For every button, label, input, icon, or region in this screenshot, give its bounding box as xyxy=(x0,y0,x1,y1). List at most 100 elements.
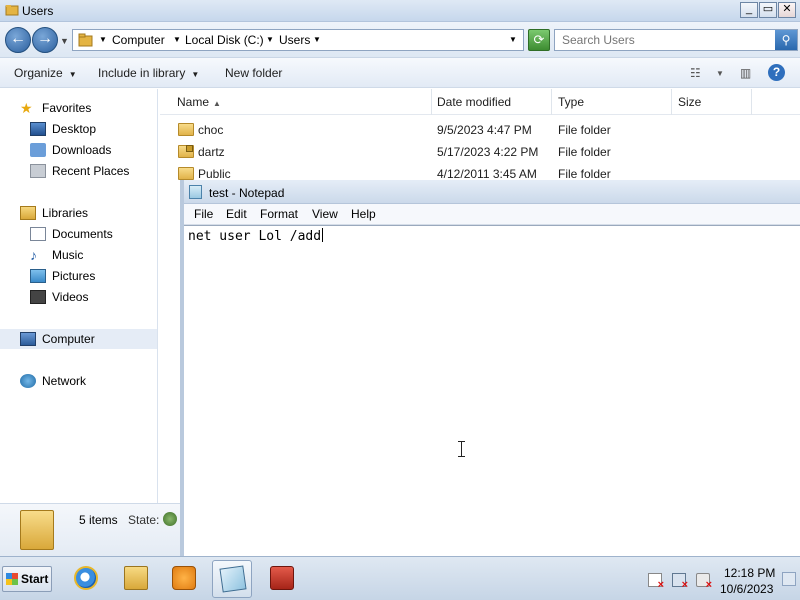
clock-date[interactable]: 10/6/2023 xyxy=(720,582,773,596)
nav-downloads[interactable]: Downloads xyxy=(30,140,111,160)
nav-label: Desktop xyxy=(52,122,97,136)
column-size[interactable]: Size xyxy=(672,89,752,115)
notepad-text-area[interactable]: net user Lol /add xyxy=(184,225,800,556)
chevron-down-icon[interactable]: ▼ xyxy=(99,35,107,44)
file-name: choc xyxy=(198,123,224,137)
forward-button[interactable]: → xyxy=(32,27,58,53)
taskbar-toolbox[interactable] xyxy=(262,560,302,598)
breadcrumb-users[interactable]: Users xyxy=(279,33,310,47)
nav-label: Network xyxy=(42,374,87,388)
chevron-down-icon[interactable]: ▼ xyxy=(173,35,181,44)
breadcrumb-computer[interactable]: Computer xyxy=(112,33,165,47)
file-type: File folder xyxy=(558,145,611,159)
nav-videos[interactable]: Videos xyxy=(30,287,88,307)
recent-pages-dropdown[interactable]: ▼ xyxy=(60,36,69,46)
nav-label: Music xyxy=(52,248,84,262)
action-center-icon[interactable] xyxy=(648,573,664,591)
pictures-icon xyxy=(30,269,46,283)
nav-label: Documents xyxy=(52,227,113,241)
notepad-icon xyxy=(219,565,247,593)
windows-explorer-icon xyxy=(124,566,148,590)
nav-pictures[interactable]: Pictures xyxy=(30,266,95,286)
clock-time[interactable]: 12:18 PM xyxy=(724,566,775,580)
downloads-icon xyxy=(30,143,46,157)
include-in-library-menu[interactable]: Include in library ▼ xyxy=(98,66,199,80)
nav-favorites[interactable]: ★ Favorites xyxy=(20,98,91,118)
notepad-titlebar[interactable]: test - Notepad xyxy=(184,180,800,204)
media-player-icon xyxy=(172,566,196,590)
desktop-icon xyxy=(30,122,46,136)
nav-recent-places[interactable]: Recent Places xyxy=(30,161,129,181)
music-icon: ♪ xyxy=(30,247,37,263)
view-options-icon[interactable]: ☷ xyxy=(690,66,701,80)
videos-icon xyxy=(30,290,46,304)
refresh-button[interactable]: ⟳ xyxy=(528,29,550,51)
nav-network[interactable]: Network xyxy=(20,371,86,391)
navigation-pane: ★ Favorites Desktop Downloads Recent Plac… xyxy=(0,89,158,503)
recent-places-icon xyxy=(30,164,46,178)
file-date: 5/17/2023 4:22 PM xyxy=(437,145,539,159)
show-desktop-icon[interactable] xyxy=(782,572,796,586)
table-row[interactable]: dartz 5/17/2023 4:22 PM File folder xyxy=(160,141,800,163)
taskbar-internet-explorer[interactable] xyxy=(66,560,106,598)
search-input[interactable] xyxy=(555,30,773,50)
maximize-button[interactable]: ▭ xyxy=(759,2,777,18)
taskbar-notepad[interactable] xyxy=(212,560,252,598)
taskbar-media-player[interactable] xyxy=(164,560,204,598)
menu-file[interactable]: File xyxy=(194,207,213,221)
state-label: State: xyxy=(128,513,160,527)
column-date-modified[interactable]: Date modified xyxy=(432,89,552,115)
nav-documents[interactable]: Documents xyxy=(30,224,113,244)
breadcrumb-local-disk[interactable]: Local Disk (C:) xyxy=(185,33,264,47)
chevron-down-icon[interactable]: ▼ xyxy=(266,35,274,44)
nav-desktop[interactable]: Desktop xyxy=(30,119,96,139)
back-button[interactable]: ← xyxy=(5,27,31,53)
shared-users-icon xyxy=(163,512,177,526)
chevron-down-icon[interactable]: ▼ xyxy=(716,69,724,78)
nav-computer[interactable]: Computer xyxy=(0,329,157,349)
close-button[interactable]: ✕ xyxy=(778,2,796,18)
file-date: 9/5/2023 4:47 PM xyxy=(437,123,532,137)
address-bar-row: ← → ▼ ▼ Computer ▼ Local Disk (C:) ▼ Use… xyxy=(0,22,800,58)
organize-menu[interactable]: Organize ▼ xyxy=(14,66,77,80)
folder-icon xyxy=(78,33,94,50)
menu-view[interactable]: View xyxy=(312,207,338,221)
column-type[interactable]: Type xyxy=(552,89,672,115)
help-icon[interactable]: ? xyxy=(768,64,785,81)
notepad-content: net user Lol /add xyxy=(188,228,324,244)
internet-explorer-icon xyxy=(74,566,98,590)
menu-help[interactable]: Help xyxy=(351,207,376,221)
nav-label: Downloads xyxy=(52,143,112,157)
network-status-icon[interactable] xyxy=(672,573,688,591)
volume-icon[interactable] xyxy=(696,573,712,591)
column-name[interactable]: Name ▲ xyxy=(160,89,432,115)
address-history-dropdown[interactable]: ▼ xyxy=(509,35,517,44)
include-in-library-label: Include in library xyxy=(98,66,186,80)
organize-label: Organize xyxy=(14,66,63,80)
explorer-titlebar[interactable]: Users _ ▭ ✕ xyxy=(0,0,800,22)
start-button[interactable]: Start xyxy=(2,566,52,592)
column-header-row: Name ▲ Date modified Type Size xyxy=(160,89,800,115)
table-row[interactable]: choc 9/5/2023 4:47 PM File folder xyxy=(160,119,800,141)
chevron-down-icon[interactable]: ▼ xyxy=(313,35,321,44)
folder-icon xyxy=(20,510,54,550)
search-icon[interactable]: ⚲ xyxy=(775,30,797,50)
nav-label: Libraries xyxy=(42,206,89,220)
nav-label: Videos xyxy=(52,290,89,304)
chevron-down-icon: ▼ xyxy=(68,70,77,79)
nav-music[interactable]: ♪ Music xyxy=(30,245,83,265)
notepad-window: test - Notepad File Edit Format View Hel… xyxy=(180,180,800,556)
minimize-button[interactable]: _ xyxy=(740,2,758,18)
address-box[interactable]: ▼ Computer ▼ Local Disk (C:) ▼ Users ▼ ▼ xyxy=(72,29,524,51)
command-bar: Organize ▼ Include in library ▼ New folder… xyxy=(0,58,800,88)
notepad-title: test - Notepad xyxy=(209,186,285,200)
nav-libraries[interactable]: Libraries xyxy=(20,203,88,223)
menu-format[interactable]: Format xyxy=(260,207,298,221)
menu-edit[interactable]: Edit xyxy=(226,207,247,221)
search-box[interactable]: ⚲ xyxy=(554,29,798,51)
text-caret xyxy=(322,228,324,242)
preview-pane-icon[interactable]: ▥ xyxy=(740,66,751,80)
new-folder-button[interactable]: New folder xyxy=(225,66,282,80)
taskbar-windows-explorer[interactable] xyxy=(116,560,156,598)
notepad-text: net user Lol /add xyxy=(188,229,322,244)
